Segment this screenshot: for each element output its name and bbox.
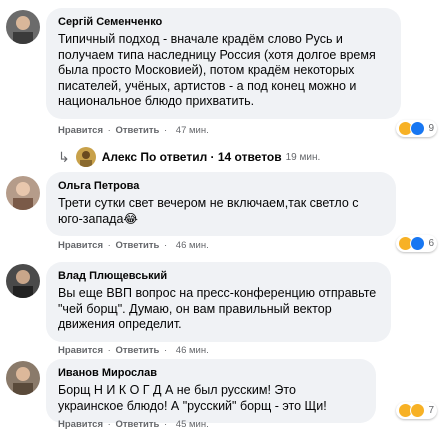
reactions-badge[interactable]: 6 bbox=[396, 235, 437, 252]
timestamp[interactable]: 46 мин. bbox=[176, 240, 209, 251]
comment-actions: Нравится · Ответить · 45 мин. bbox=[58, 419, 209, 430]
comment-bubble: Иванов Мирослав Борщ Н И К О Г Д А не бы… bbox=[46, 359, 376, 423]
separator: · bbox=[163, 419, 168, 430]
comment-actions: Нравится · Ответить · 47 мин. bbox=[58, 125, 209, 136]
avatar[interactable] bbox=[6, 264, 40, 298]
avatar[interactable] bbox=[6, 361, 40, 395]
timestamp[interactable]: 46 мин. bbox=[176, 345, 209, 356]
avatar[interactable] bbox=[6, 10, 40, 44]
comment-author[interactable]: Ольга Петрова bbox=[58, 179, 384, 193]
separator: · bbox=[163, 240, 168, 251]
timestamp[interactable]: 45 мин. bbox=[176, 419, 209, 430]
reply-button[interactable]: Ответить bbox=[115, 419, 159, 430]
comment-text: Вы еще ВВП вопрос на пресс-конференцию о… bbox=[58, 286, 377, 331]
comment-text: Борщ Н И К О Г Д А не был русским! Это у… bbox=[58, 383, 327, 413]
reply-button[interactable]: Ответить bbox=[115, 240, 159, 251]
like-button[interactable]: Нравится bbox=[58, 345, 103, 356]
separator: · bbox=[107, 419, 111, 430]
like-icon bbox=[410, 121, 426, 136]
comment-author[interactable]: Сергій Семенченко bbox=[58, 15, 389, 29]
comment-bubble: Сергій Семенченко Типичный подход - внач… bbox=[46, 8, 401, 119]
separator: · bbox=[107, 125, 111, 136]
reply-button[interactable]: Ответить bbox=[115, 345, 159, 356]
comment-author[interactable]: Иванов Мирослав bbox=[58, 366, 364, 380]
reply-button[interactable]: Ответить bbox=[115, 125, 159, 136]
separator: · bbox=[107, 240, 111, 251]
like-button[interactable]: Нравится bbox=[58, 240, 103, 251]
comment-bubble: Влад Плющевський Вы еще ВВП вопрос на пр… bbox=[46, 262, 391, 342]
like-button[interactable]: Нравится bbox=[58, 419, 103, 430]
separator: · bbox=[163, 125, 168, 136]
avatar[interactable] bbox=[6, 176, 40, 210]
timestamp: 19 мин. bbox=[285, 151, 321, 163]
separator: · bbox=[163, 345, 168, 356]
timestamp[interactable]: 47 мин. bbox=[176, 125, 209, 136]
like-icon bbox=[410, 236, 426, 251]
reactions-badge[interactable]: 9 bbox=[396, 120, 437, 137]
view-replies-link[interactable]: ↳ Алекс По ответил · 14 ответов 19 мин. bbox=[58, 147, 320, 167]
haha-emoji-icon bbox=[410, 403, 426, 418]
separator: · bbox=[107, 345, 111, 356]
reply-arrow-icon: ↳ bbox=[58, 148, 70, 165]
replies-label[interactable]: Алекс По ответил · 14 ответов bbox=[102, 150, 282, 164]
reactions-count: 7 bbox=[428, 405, 434, 416]
like-button[interactable]: Нравится bbox=[58, 125, 103, 136]
comment-bubble: Ольга Петрова Трети сутки свет вечером н… bbox=[46, 172, 396, 236]
reactions-badge[interactable]: 7 bbox=[396, 402, 437, 419]
reactions-count: 9 bbox=[428, 123, 434, 134]
comment-actions: Нравится · Ответить · 46 мин. bbox=[58, 345, 209, 356]
comment-text: Типичный подход - вначале крадём слово Р… bbox=[58, 32, 376, 108]
comment-actions: Нравится · Ответить · 46 мин. bbox=[58, 240, 209, 251]
comment-author[interactable]: Влад Плющевський bbox=[58, 269, 379, 283]
reactions-count: 6 bbox=[428, 238, 434, 249]
comment-text: Трети сутки свет вечером не включаем,так… bbox=[58, 196, 359, 226]
avatar bbox=[75, 147, 96, 167]
